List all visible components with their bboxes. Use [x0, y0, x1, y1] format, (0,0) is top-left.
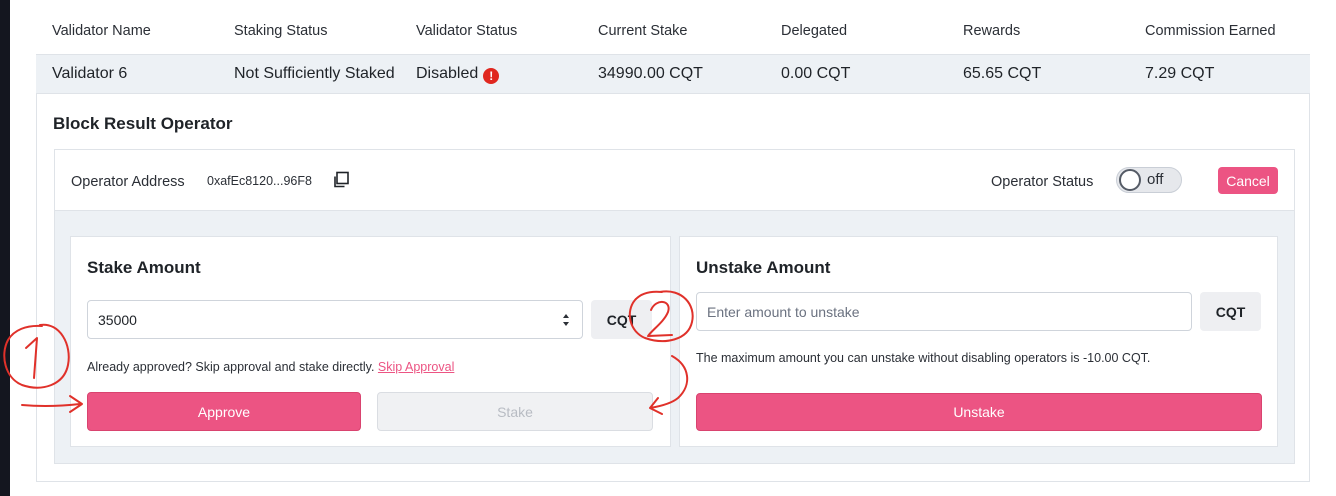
stake-unit-button[interactable]: CQT — [591, 300, 652, 339]
staking-status: Not Sufficiently Staked — [234, 65, 395, 82]
table-row[interactable]: Validator 6 Not Sufficiently Staked Disa… — [36, 54, 1310, 94]
header-validator-status: Validator Status — [416, 23, 518, 39]
stake-card: Stake Amount CQT Already approved? Skip … — [70, 236, 671, 447]
operator-status-label: Operator Status — [991, 174, 1094, 190]
toggle-knob — [1119, 169, 1141, 191]
commission-earned: 7.29 CQT — [1145, 65, 1215, 82]
unstake-amount-title: Unstake Amount — [696, 258, 831, 277]
unstake-unit-button[interactable]: CQT — [1200, 292, 1261, 331]
operator-address-label: Operator Address — [71, 174, 185, 190]
approval-helper-message: Already approved? Skip approval and stak… — [87, 360, 375, 374]
header-staking-status: Staking Status — [234, 23, 328, 39]
validator-status-text: Disabled — [416, 65, 479, 82]
section-title: Block Result Operator — [53, 114, 233, 133]
stake-amount-title: Stake Amount — [87, 258, 201, 277]
warning-icon: ! — [483, 68, 500, 84]
header-delegated: Delegated — [781, 23, 848, 39]
approval-helper-text: Already approved? Skip approval and stak… — [87, 360, 454, 374]
validator-detail-panel: Block Result Operator Operator Address 0… — [36, 94, 1310, 482]
header-current-stake: Current Stake — [598, 23, 688, 39]
rewards: 65.65 CQT — [963, 65, 1042, 82]
number-spinner-icon[interactable] — [561, 311, 571, 329]
window-edge — [0, 0, 10, 496]
unstake-button[interactable]: Unstake — [696, 393, 1262, 431]
operator-header: Operator Address 0xafEc8120...96F8 Opera… — [55, 150, 1294, 211]
validator-status: Disabled! — [416, 65, 500, 84]
operator-status-toggle[interactable]: off — [1116, 167, 1182, 193]
copy-icon[interactable] — [332, 171, 350, 189]
approve-button[interactable]: Approve — [87, 392, 361, 431]
header-validator-name: Validator Name — [52, 23, 151, 39]
header-rewards: Rewards — [963, 23, 1021, 39]
stake-amount-input[interactable] — [87, 300, 583, 339]
operator-card: Operator Address 0xafEc8120...96F8 Opera… — [54, 149, 1295, 464]
stake-button[interactable]: Stake — [377, 392, 653, 431]
unstake-helper-text: The maximum amount you can unstake witho… — [696, 351, 1151, 365]
cancel-button[interactable]: Cancel — [1218, 167, 1278, 194]
validator-name: Validator 6 — [52, 65, 128, 82]
toggle-label: off — [1147, 171, 1164, 188]
skip-approval-link[interactable]: Skip Approval — [378, 360, 454, 374]
table-header: Validator Name Staking Status Validator … — [36, 0, 1310, 54]
unstake-card: Unstake Amount CQT The maximum amount yo… — [679, 236, 1278, 447]
current-stake: 34990.00 CQT — [598, 65, 703, 82]
unstake-amount-input[interactable] — [696, 292, 1192, 331]
operator-address-value: 0xafEc8120...96F8 — [207, 174, 312, 188]
delegated: 0.00 CQT — [781, 65, 851, 82]
header-commission-earned: Commission Earned — [1145, 23, 1276, 39]
